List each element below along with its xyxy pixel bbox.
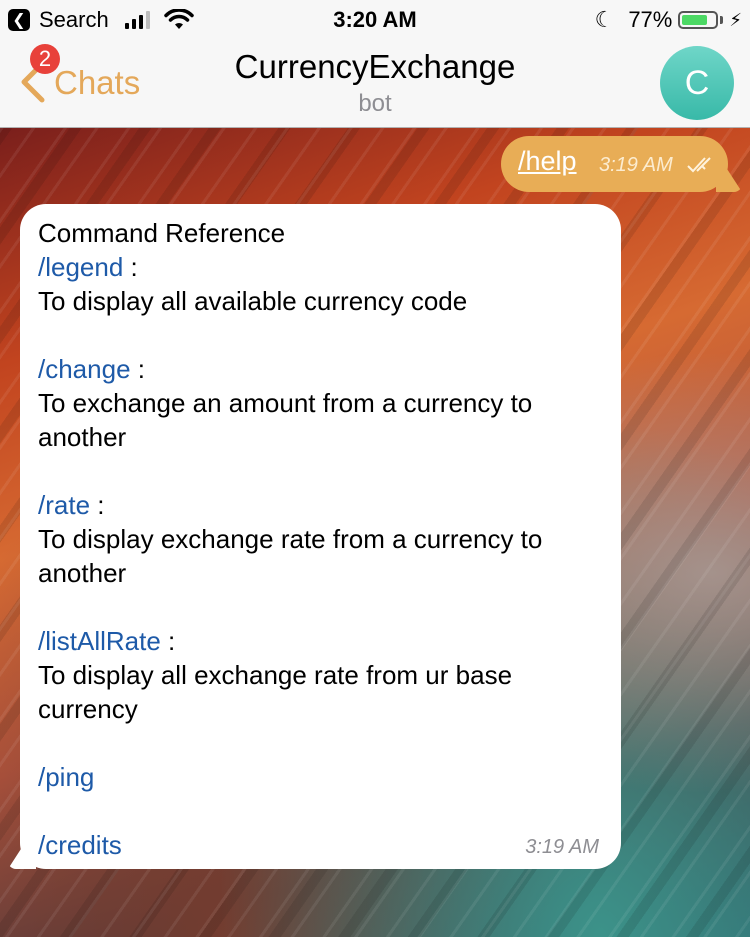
chat-subtitle: bot [358,90,392,117]
command-link-change[interactable]: /change [38,354,131,384]
battery-tip [720,16,724,24]
command-desc-listallrate-line1: To display all exchange rate from ur bas… [38,660,513,690]
chat-area[interactable]: /help 3:19 AM Command Reference /legend … [0,128,750,937]
command-link-ping[interactable]: /ping [38,762,94,792]
message-heading: Command Reference [38,218,286,248]
charging-bolt-icon: ⚡ [729,9,742,30]
command-separator: : [160,626,176,656]
avatar[interactable]: C [660,46,734,120]
incoming-message-bubble[interactable]: Command Reference /legend : To display a… [8,204,621,869]
outgoing-timestamp: 3:19 AM [599,154,673,176]
command-desc-change-line2: another [38,422,127,452]
command-desc-legend: To display all available currency code [38,286,468,316]
command-line-ping: /ping [38,760,603,794]
command-line-legend: /legend : [38,250,603,284]
command-link-legend[interactable]: /legend [38,252,123,282]
incoming-timestamp: 3:19 AM [525,836,599,858]
do-not-disturb-moon-icon: ☾ [594,7,615,32]
command-link-rate[interactable]: /rate [38,490,90,520]
command-link-credits[interactable]: /credits [38,830,122,860]
chat-title[interactable]: CurrencyExchange [0,48,750,86]
outgoing-message-bubble[interactable]: /help 3:19 AM [501,136,742,192]
command-line-rate: /rate : [38,488,603,522]
battery-percent: 77% [628,7,673,32]
command-separator: : [123,252,138,282]
command-desc-listallrate-line2: currency [38,694,138,724]
battery-icon [678,11,719,29]
command-line-change: /change : [38,352,603,386]
double-check-read-icon [687,157,711,173]
command-link-listallrate[interactable]: /listAllRate [38,626,161,656]
command-desc-change-line1: To exchange an amount from a currency to [38,388,533,418]
command-desc-rate-line1: To display exchange rate from a currency… [38,524,543,554]
command-line-listallrate: /listAllRate : [38,624,603,658]
command-separator: : [130,354,145,384]
command-line-credits: /credits [38,828,603,862]
battery-level-fill [682,15,707,25]
outgoing-command-link[interactable]: /help [518,146,577,177]
status-right: ☾ 77% ⚡ [595,7,742,33]
navigation-bar: Chats 2 CurrencyExchange bot C [0,40,750,128]
command-separator: : [90,490,105,520]
status-bar: ❮ Search 3:20 AM ☾ 77% ⚡ [0,0,750,40]
incoming-bubble-tail [8,843,36,869]
command-desc-rate-line2: another [38,558,127,588]
